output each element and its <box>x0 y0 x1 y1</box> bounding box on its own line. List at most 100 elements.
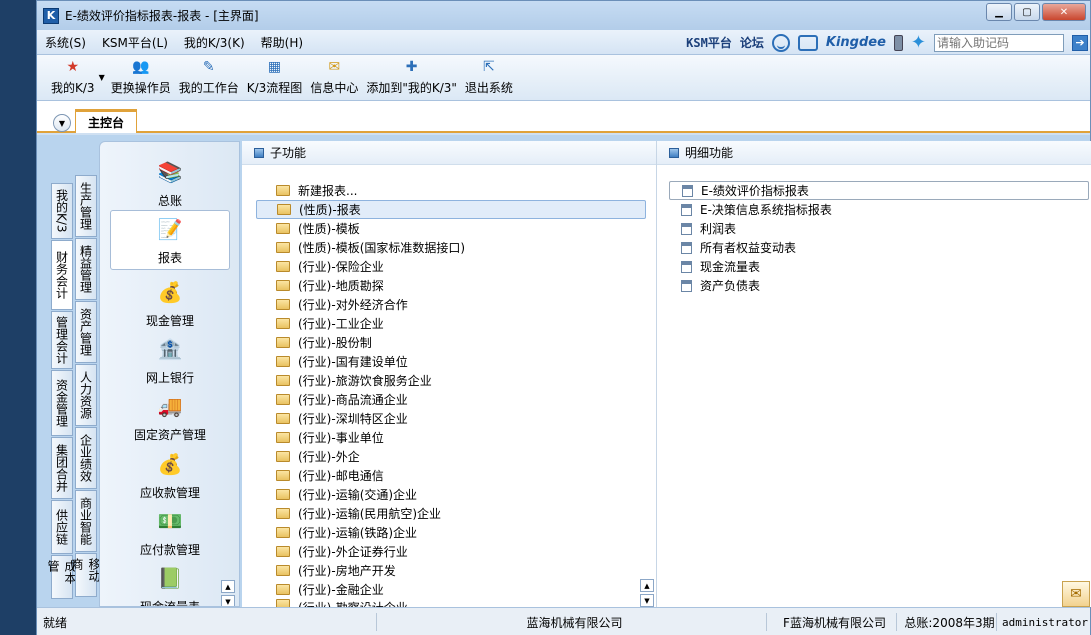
list-item[interactable]: (性质)-模板(国家标准数据接口) <box>256 238 646 257</box>
tab-management-accounting[interactable]: 管理会计 <box>51 311 73 369</box>
tab-human-resources[interactable]: 人力资源 <box>75 364 97 426</box>
list-item[interactable]: (行业)-事业单位 <box>256 428 646 447</box>
smile-icon[interactable] <box>771 33 790 52</box>
maximize-button[interactable]: ▢ <box>1014 3 1040 21</box>
tab-mobile-business[interactable]: 移动商 <box>70 553 101 597</box>
window-controls: ▁ ▢ ✕ <box>986 3 1086 21</box>
ksm-platform-link[interactable]: KSM平台 <box>686 34 732 51</box>
module-fixed-assets[interactable]: 🚚 固定资产管理 <box>110 390 230 443</box>
folder-icon <box>276 318 290 329</box>
list-item[interactable]: (行业)-运输(民用航空)企业 <box>256 504 646 523</box>
module-payables[interactable]: 💵 应付款管理 <box>110 505 230 558</box>
chat-icon[interactable] <box>797 34 818 51</box>
sub-scroll-up-icon[interactable]: ▲ <box>640 579 654 592</box>
folder-icon <box>276 356 290 367</box>
tab-lean-management[interactable]: 精益管理 <box>75 238 97 300</box>
menu-help[interactable]: 帮助(H) <box>253 34 311 51</box>
module-online-bank[interactable]: 🏦 网上银行 <box>110 333 230 386</box>
tab-asset-management[interactable]: 资产管理 <box>75 301 97 363</box>
tab-my-k3[interactable]: 我的K/3 <box>51 183 73 239</box>
list-item-label: (行业)-股份制 <box>298 336 372 350</box>
list-item[interactable]: (行业)-旅游饮食服务企业 <box>256 371 646 390</box>
go-arrow-icon[interactable]: ➔ <box>1072 34 1088 51</box>
list-item[interactable]: 利润表 <box>669 219 1089 238</box>
menu-system[interactable]: 系统(S) <box>37 34 94 51</box>
right-category-tabs: 生产管理 精益管理 资产管理 人力资源 企业绩效 商业智能 移动商 <box>70 175 101 598</box>
forum-link[interactable]: 论坛 <box>740 34 764 51</box>
toolbar-message-center-button[interactable]: ✉ 信息中心 <box>310 58 358 96</box>
list-item[interactable]: (行业)-深圳特区企业 <box>256 409 646 428</box>
tab-financial-accounting[interactable]: 财务会计 <box>51 240 73 310</box>
list-item[interactable]: (行业)-外企证券行业 <box>256 542 646 561</box>
module-receivables[interactable]: 💰 应收款管理 <box>110 448 230 501</box>
list-item[interactable]: (行业)-保险企业 <box>256 257 646 276</box>
list-item[interactable]: 所有者权益变动表 <box>669 238 1089 257</box>
folder-icon <box>276 413 290 424</box>
helpcode-input[interactable] <box>934 33 1064 52</box>
module-cashflow-statement[interactable]: 📗 现金流量表 <box>110 562 230 606</box>
menubar-right-tools: KSM平台 论坛 Kingdee ✦ ➔ <box>686 32 1090 53</box>
module-cash-management[interactable]: 💰 现金管理 <box>110 276 230 329</box>
module-scroll-up-icon[interactable]: ▲ <box>221 580 235 593</box>
list-item[interactable]: (行业)-商品流通企业 <box>256 390 646 409</box>
tab-fund-management[interactable]: 资金管理 <box>51 370 73 436</box>
list-item[interactable]: (性质)-报表 <box>256 200 646 219</box>
mail-icon[interactable]: ✉ <box>1062 581 1090 607</box>
star-icon[interactable]: ✦ <box>911 33 926 52</box>
toolbar-dropdown-icon[interactable]: ▼ <box>99 73 105 82</box>
list-item[interactable]: 资产负债表 <box>669 276 1089 295</box>
list-item-label: (行业)-工业企业 <box>298 317 384 331</box>
sub-scroll-down-icon[interactable]: ▼ <box>640 594 654 607</box>
list-item[interactable]: (行业)-外企 <box>256 447 646 466</box>
list-item[interactable]: 新建报表... <box>256 181 646 200</box>
list-item[interactable]: (行业)-金融企业 <box>256 580 646 599</box>
menu-my-k3[interactable]: 我的K/3(K) <box>176 34 253 51</box>
list-item[interactable]: 现金流量表 <box>669 257 1089 276</box>
exit-icon: ⇱ <box>483 59 495 75</box>
list-item[interactable]: (行业)-工业企业 <box>256 314 646 333</box>
list-item[interactable]: E-决策信息系统指标报表 <box>669 200 1089 219</box>
add-favorite-icon: ✚ <box>405 59 418 75</box>
list-item-label: 现金流量表 <box>700 260 761 274</box>
toolbar-my-k3-button[interactable]: ★ 我的K/3 <box>51 58 95 96</box>
toolbar-flowchart-button[interactable]: ▦ K/3流程图 <box>247 58 303 96</box>
menu-ksm[interactable]: KSM平台(L) <box>94 34 176 51</box>
minimize-button[interactable]: ▁ <box>986 3 1012 21</box>
tab-production-management[interactable]: 生产管理 <box>75 175 97 237</box>
list-item-label: (行业)-邮电通信 <box>298 469 384 483</box>
tab-group-consolidation[interactable]: 集团合并 <box>51 437 73 499</box>
module-scroll-down-icon[interactable]: ▼ <box>221 595 235 606</box>
list-item-label: (行业)-深圳特区企业 <box>298 412 408 426</box>
module-online-bank-label: 网上银行 <box>145 371 194 385</box>
chevron-down-icon[interactable]: ▼ <box>53 114 71 132</box>
phone-icon[interactable] <box>893 34 903 51</box>
list-item[interactable]: E-绩效评价指标报表 <box>669 181 1089 200</box>
module-general-ledger[interactable]: 📚 总账 <box>110 156 230 209</box>
toolbar-exit-button[interactable]: ⇱ 退出系统 <box>465 58 513 96</box>
list-item[interactable]: (行业)-对外经济合作 <box>256 295 646 314</box>
list-item-label: (行业)-外企证券行业 <box>298 545 408 559</box>
pen-icon: ✎ <box>202 59 215 75</box>
tab-supply-chain[interactable]: 供应链 <box>51 500 73 554</box>
list-item[interactable]: (行业)-房地产开发 <box>256 561 646 580</box>
toolbar-switch-operator-button[interactable]: 👥 更换操作员 <box>111 58 171 96</box>
tab-main-console[interactable]: 主控台 <box>75 109 137 133</box>
list-item[interactable]: (行业)-运输(交通)企业 <box>256 485 646 504</box>
status-bar: 就绪 蓝海机械有限公司 F蓝海机械有限公司 总账:2008年3期 adminis… <box>37 607 1090 635</box>
tab-enterprise-performance[interactable]: 企业绩效 <box>75 427 97 489</box>
detail-function-title: 明细功能 <box>685 146 734 160</box>
list-item[interactable]: (性质)-模板 <box>256 219 646 238</box>
list-item[interactable]: (行业)-运输(铁路)企业 <box>256 523 646 542</box>
module-report[interactable]: 📝 报表 <box>110 210 230 270</box>
list-item[interactable]: (行业)-国有建设单位 <box>256 352 646 371</box>
title-bar: K E-绩效评价指标报表-报表 - [主界面] ▁ ▢ ✕ <box>37 1 1090 30</box>
list-item[interactable]: (行业)-邮电通信 <box>256 466 646 485</box>
close-button[interactable]: ✕ <box>1042 3 1086 21</box>
list-item[interactable]: (行业)-地质勘探 <box>256 276 646 295</box>
list-item[interactable]: (行业)-勘察设计企业 <box>256 599 646 607</box>
toolbar-add-to-my-k3-button[interactable]: ✚ 添加到"我的K/3" <box>366 58 457 96</box>
list-item[interactable]: (行业)-股份制 <box>256 333 646 352</box>
tab-business-intelligence[interactable]: 商业智能 <box>75 490 97 552</box>
list-item-label: E-绩效评价指标报表 <box>701 184 809 198</box>
toolbar-workbench-button[interactable]: ✎ 我的工作台 <box>179 58 239 96</box>
